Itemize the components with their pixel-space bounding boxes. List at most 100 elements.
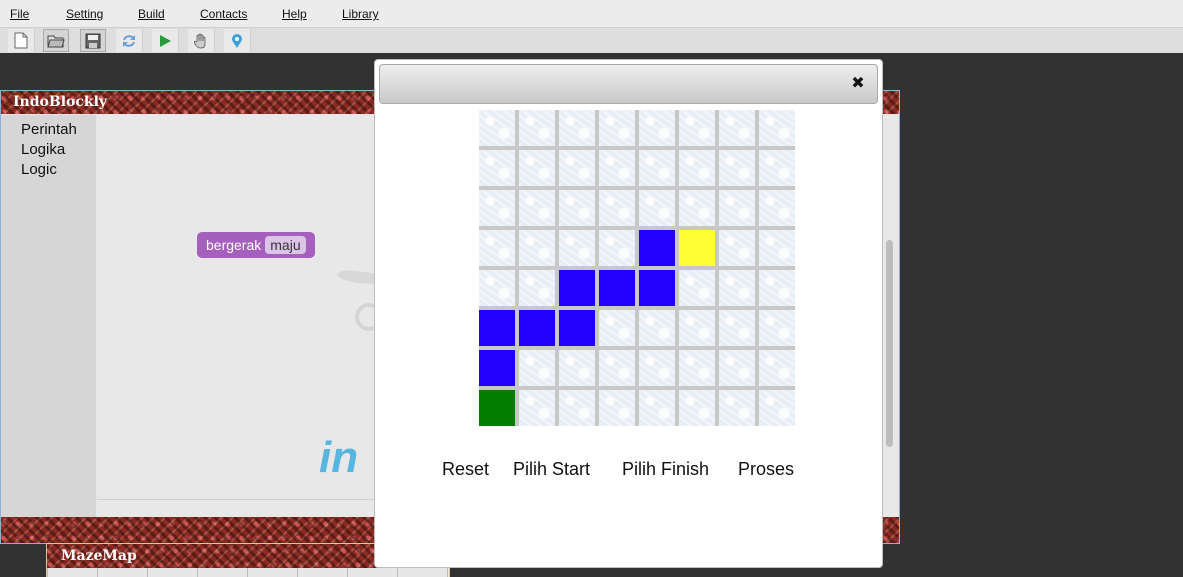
maze-cell[interactable] xyxy=(559,230,595,266)
maze-cell[interactable] xyxy=(519,390,555,426)
category-logic[interactable]: Logic xyxy=(21,161,57,178)
maze-cell[interactable] xyxy=(679,310,715,346)
maze-cell[interactable] xyxy=(519,230,555,266)
maze-cell[interactable] xyxy=(519,150,555,186)
new-file-button[interactable] xyxy=(8,29,35,52)
refresh-button[interactable] xyxy=(116,29,143,52)
workspace-vscroll[interactable] xyxy=(886,240,893,447)
new-file-icon xyxy=(14,32,28,49)
maze-cell[interactable] xyxy=(759,190,795,226)
maze-cell[interactable] xyxy=(479,270,515,306)
maze-path-cell[interactable] xyxy=(479,310,515,346)
maze-start-cell[interactable] xyxy=(479,390,515,426)
hand-icon xyxy=(194,33,206,48)
maze-cell[interactable] xyxy=(639,190,675,226)
menu-contacts[interactable]: Contacts xyxy=(200,7,247,21)
run-icon xyxy=(160,34,171,47)
bergerak-block[interactable]: bergerak maju xyxy=(197,232,315,258)
maze-path-cell[interactable] xyxy=(639,270,675,306)
category-logika[interactable]: Logika xyxy=(21,141,65,158)
maze-cell[interactable] xyxy=(719,110,755,146)
maze-path-cell[interactable] xyxy=(559,310,595,346)
run-button[interactable] xyxy=(152,29,179,52)
maze-cell[interactable] xyxy=(759,310,795,346)
toolbar xyxy=(0,28,1183,53)
maze-cell[interactable] xyxy=(559,390,595,426)
dialog-titlebar[interactable]: ✖ xyxy=(379,64,878,104)
maze-cell[interactable] xyxy=(639,350,675,386)
maze-cell[interactable] xyxy=(599,350,635,386)
open-folder-button[interactable] xyxy=(43,29,69,52)
menu-file[interactable]: File xyxy=(10,7,29,21)
pick-start-button[interactable]: Pilih Start xyxy=(513,459,590,480)
maze-cell[interactable] xyxy=(639,150,675,186)
maze-cell[interactable] xyxy=(679,190,715,226)
maze-cell[interactable] xyxy=(679,350,715,386)
maze-cell[interactable] xyxy=(639,110,675,146)
maze-cell[interactable] xyxy=(639,310,675,346)
maze-path-cell[interactable] xyxy=(519,310,555,346)
map-pin-button[interactable] xyxy=(224,29,251,52)
maze-cell[interactable] xyxy=(559,110,595,146)
maze-finish-cell[interactable] xyxy=(679,230,715,266)
maze-cell[interactable] xyxy=(639,390,675,426)
maze-cell[interactable] xyxy=(599,230,635,266)
category-perintah[interactable]: Perintah xyxy=(21,121,77,138)
maze-cell[interactable] xyxy=(759,270,795,306)
maze-cell[interactable] xyxy=(759,390,795,426)
maze-cell[interactable] xyxy=(599,190,635,226)
maze-path-cell[interactable] xyxy=(479,350,515,386)
maze-cell[interactable] xyxy=(759,230,795,266)
maze-cell[interactable] xyxy=(559,190,595,226)
maze-cell[interactable] xyxy=(519,190,555,226)
block-direction-field[interactable]: maju xyxy=(265,236,306,254)
maze-cell[interactable] xyxy=(719,230,755,266)
menu-setting[interactable]: Setting xyxy=(66,7,103,21)
maze-cell[interactable] xyxy=(679,390,715,426)
maze-cell[interactable] xyxy=(599,390,635,426)
save-button[interactable] xyxy=(80,29,106,52)
maze-cell[interactable] xyxy=(679,270,715,306)
refresh-icon xyxy=(123,34,135,47)
dialog-buttons: Reset Pilih Start Pilih Finish Proses xyxy=(442,459,822,481)
maze-cell[interactable] xyxy=(719,190,755,226)
maze-cell[interactable] xyxy=(479,190,515,226)
maze-grid[interactable] xyxy=(479,110,795,426)
maze-dialog: ✖ Reset Pilih Start Pilih Finish Proses xyxy=(374,59,883,568)
maze-cell[interactable] xyxy=(719,310,755,346)
menu-build[interactable]: Build xyxy=(138,7,165,21)
maze-cell[interactable] xyxy=(519,350,555,386)
maze-cell[interactable] xyxy=(679,150,715,186)
pick-finish-button[interactable]: Pilih Finish xyxy=(622,459,709,480)
maze-cell[interactable] xyxy=(479,150,515,186)
maze-cell[interactable] xyxy=(719,390,755,426)
block-toolbox: Perintah Logika Logic xyxy=(1,115,96,517)
maze-cell[interactable] xyxy=(559,150,595,186)
maze-cell[interactable] xyxy=(519,110,555,146)
maze-cell[interactable] xyxy=(599,310,635,346)
maze-cell[interactable] xyxy=(719,150,755,186)
maze-cell[interactable] xyxy=(559,350,595,386)
maze-cell[interactable] xyxy=(479,230,515,266)
maze-cell[interactable] xyxy=(759,350,795,386)
maze-cell[interactable] xyxy=(479,110,515,146)
maze-path-cell[interactable] xyxy=(559,270,595,306)
maze-path-cell[interactable] xyxy=(599,270,635,306)
menu-library[interactable]: Library xyxy=(342,7,379,21)
maze-cell[interactable] xyxy=(599,150,635,186)
map-pin-icon xyxy=(232,33,242,48)
menu-bar: File Setting Build Contacts Help Library xyxy=(0,0,1183,28)
maze-cell[interactable] xyxy=(519,270,555,306)
maze-cell[interactable] xyxy=(679,110,715,146)
maze-cell[interactable] xyxy=(759,110,795,146)
maze-cell[interactable] xyxy=(599,110,635,146)
maze-path-cell[interactable] xyxy=(639,230,675,266)
maze-cell[interactable] xyxy=(759,150,795,186)
maze-cell[interactable] xyxy=(719,270,755,306)
maze-cell[interactable] xyxy=(719,350,755,386)
hand-button[interactable] xyxy=(188,29,215,52)
process-button[interactable]: Proses xyxy=(738,459,794,480)
close-icon[interactable]: ✖ xyxy=(849,75,867,93)
reset-button[interactable]: Reset xyxy=(442,459,489,480)
menu-help[interactable]: Help xyxy=(282,7,307,21)
